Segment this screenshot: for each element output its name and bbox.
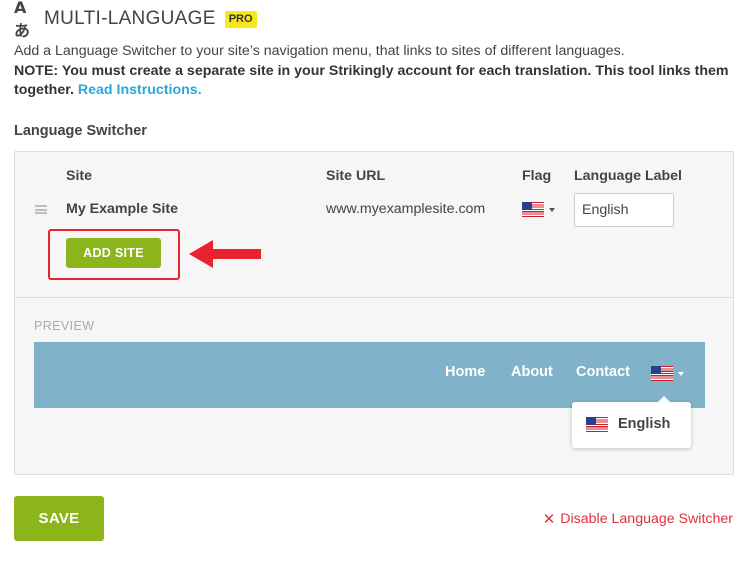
language-switcher-panel: Site Site URL Flag Language Label My Exa… — [14, 151, 734, 475]
preview-label: PREVIEW — [34, 319, 95, 333]
us-flag-icon — [522, 202, 544, 217]
column-header-site-url: Site URL — [326, 168, 386, 184]
preview-nav-about[interactable]: About — [511, 364, 553, 380]
language-label-input[interactable] — [574, 193, 674, 227]
translate-icon: Aあ — [14, 0, 30, 40]
dropdown-item-english[interactable]: English — [618, 416, 670, 432]
description-text: Add a Language Switcher to your site’s n… — [14, 43, 625, 59]
caret-down-icon — [549, 207, 555, 212]
site-name: My Example Site — [66, 201, 178, 217]
preview-language-toggle[interactable] — [651, 366, 684, 381]
us-flag-icon — [651, 366, 673, 381]
preview-nav-home[interactable]: Home — [445, 364, 485, 380]
add-site-button[interactable]: ADD SITE — [66, 238, 161, 268]
page-header: Aあ MULTI-LANGUAGE PRO — [14, 0, 257, 40]
left-arrow-icon — [189, 240, 261, 268]
intro-text: Add a Language Switcher to your site’s n… — [14, 42, 739, 101]
preview-navbar: Home About Contact — [34, 342, 705, 408]
page-title: MULTI-LANGUAGE — [44, 8, 216, 29]
column-header-flag: Flag — [522, 168, 552, 184]
disable-link-label: Disable Language Switcher — [560, 511, 733, 527]
close-icon: ✕ — [542, 511, 556, 528]
read-instructions-link[interactable]: Read Instructions. — [78, 82, 202, 98]
section-label: Language Switcher — [14, 123, 147, 139]
pro-badge: PRO — [224, 10, 257, 28]
caret-down-icon — [678, 371, 684, 376]
disable-language-switcher-link[interactable]: ✕ Disable Language Switcher — [543, 510, 733, 528]
column-header-language-label: Language Label — [574, 168, 682, 184]
flag-select[interactable] — [522, 202, 555, 217]
drag-handle-icon[interactable] — [35, 205, 47, 214]
us-flag-icon — [586, 417, 608, 432]
site-url: www.myexamplesite.com — [326, 201, 486, 217]
column-header-site: Site — [66, 168, 93, 184]
panel-divider — [15, 297, 733, 298]
preview-language-dropdown: English — [572, 396, 691, 448]
preview-nav-contact[interactable]: Contact — [576, 364, 630, 380]
save-button[interactable]: SAVE — [14, 496, 104, 541]
